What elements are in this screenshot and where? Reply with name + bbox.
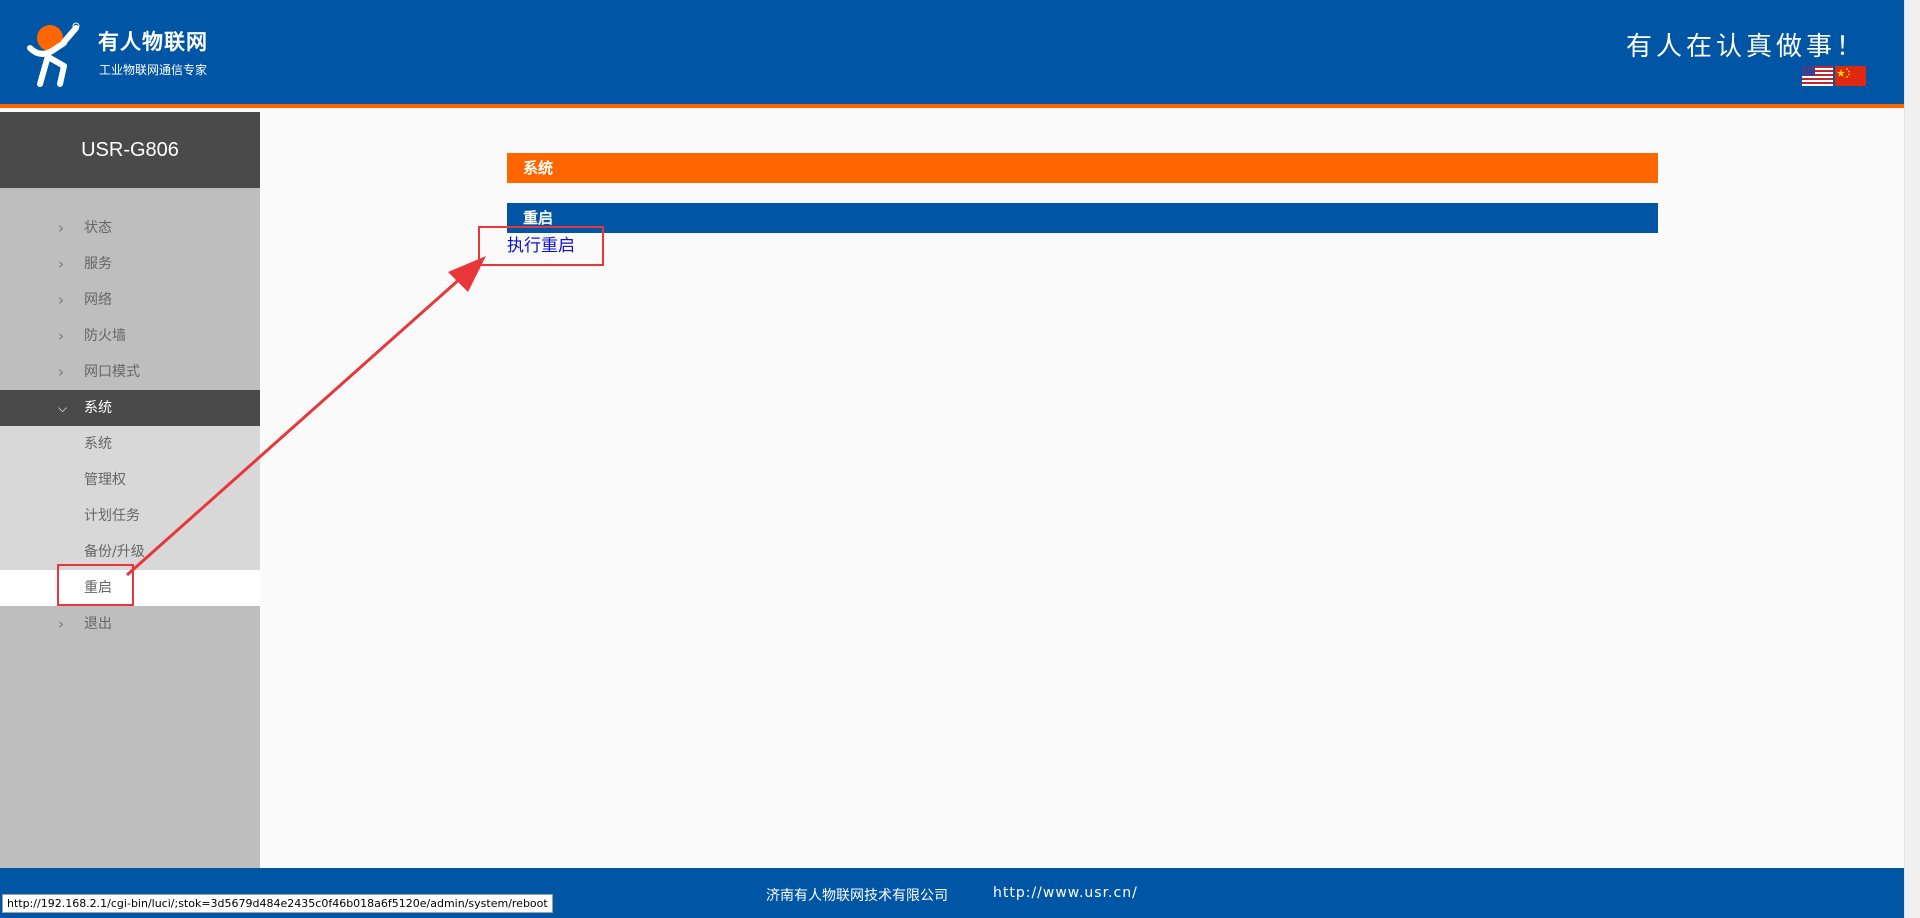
footer-url[interactable]: http://www.usr.cn/ xyxy=(993,885,1138,901)
chevron-right-icon: › xyxy=(58,255,64,273)
submenu-item-reboot[interactable]: 重启 xyxy=(0,570,260,606)
sidebar-item-label: 网口模式 xyxy=(84,364,140,380)
sidebar-item-system[interactable]: ⌵ 系统 xyxy=(0,390,260,426)
sidebar-item-label: 网络 xyxy=(84,292,112,308)
us-flag-icon[interactable] xyxy=(1802,66,1833,86)
page-header: 有人物联网 工业物联网通信专家 有人在认真做事！ xyxy=(0,0,1904,108)
brand-tagline: 工业物联网通信专家 xyxy=(99,63,208,77)
perform-reboot-link[interactable]: 执行重启 xyxy=(507,231,575,256)
sidebar-item-network[interactable]: › 网络 xyxy=(0,282,260,318)
chevron-right-icon: › xyxy=(58,363,64,381)
chevron-right-icon: › xyxy=(58,219,64,237)
device-title: USR-G806 xyxy=(0,112,260,188)
submenu-item-scheduled-tasks[interactable]: 计划任务 xyxy=(0,498,260,534)
sidebar-item-status[interactable]: › 状态 xyxy=(0,210,260,246)
submenu-item-system[interactable]: 系统 xyxy=(0,426,260,462)
china-flag-icon[interactable] xyxy=(1835,66,1866,86)
sidebar-item-port-mode[interactable]: › 网口模式 xyxy=(0,354,260,390)
annotation-overlay xyxy=(0,0,1920,918)
chevron-right-icon: › xyxy=(58,291,64,309)
section-title-bar: 系统 xyxy=(507,153,1658,183)
header-slogan: 有人在认真做事！ xyxy=(1625,32,1866,62)
chevron-right-icon: › xyxy=(58,327,64,345)
sidebar-item-logout[interactable]: › 退出 xyxy=(0,606,260,642)
status-bar-url: http://192.168.2.1/cgi-bin/luci/;stok=3d… xyxy=(2,894,553,913)
usr-logo-icon xyxy=(27,22,80,87)
chevron-right-icon: › xyxy=(58,615,64,633)
chevron-down-icon: ⌵ xyxy=(58,401,68,415)
language-switcher xyxy=(1802,66,1866,86)
brand-name: 有人物联网 xyxy=(98,30,208,54)
sidebar-item-label: 服务 xyxy=(84,256,112,272)
sidebar-item-label: 状态 xyxy=(84,220,112,236)
sidebar-menu: › 状态 › 服务 › 网络 › 防火墙 › 网口模式 ⌵ 系统 系统 管理权 … xyxy=(0,188,260,642)
sidebar-item-firewall[interactable]: › 防火墙 xyxy=(0,318,260,354)
sidebar-item-label: 系统 xyxy=(84,400,112,416)
sidebar-item-label: 防火墙 xyxy=(84,328,126,344)
footer-company: 济南有人物联网技术有限公司 xyxy=(766,888,948,904)
submenu-item-backup-upgrade[interactable]: 备份/升级 xyxy=(0,534,260,570)
sidebar-item-services[interactable]: › 服务 xyxy=(0,246,260,282)
annotation-arrow-icon xyxy=(126,256,486,577)
sidebar-item-label: 退出 xyxy=(84,616,112,632)
subsection-title-bar: 重启 xyxy=(507,203,1658,233)
system-submenu: 系统 管理权 计划任务 备份/升级 重启 xyxy=(0,426,260,606)
sidebar: USR-G806 › 状态 › 服务 › 网络 › 防火墙 › 网口模式 ⌵ 系… xyxy=(0,112,260,868)
submenu-item-administration[interactable]: 管理权 xyxy=(0,462,260,498)
page-scrollbar[interactable] xyxy=(1904,0,1920,918)
